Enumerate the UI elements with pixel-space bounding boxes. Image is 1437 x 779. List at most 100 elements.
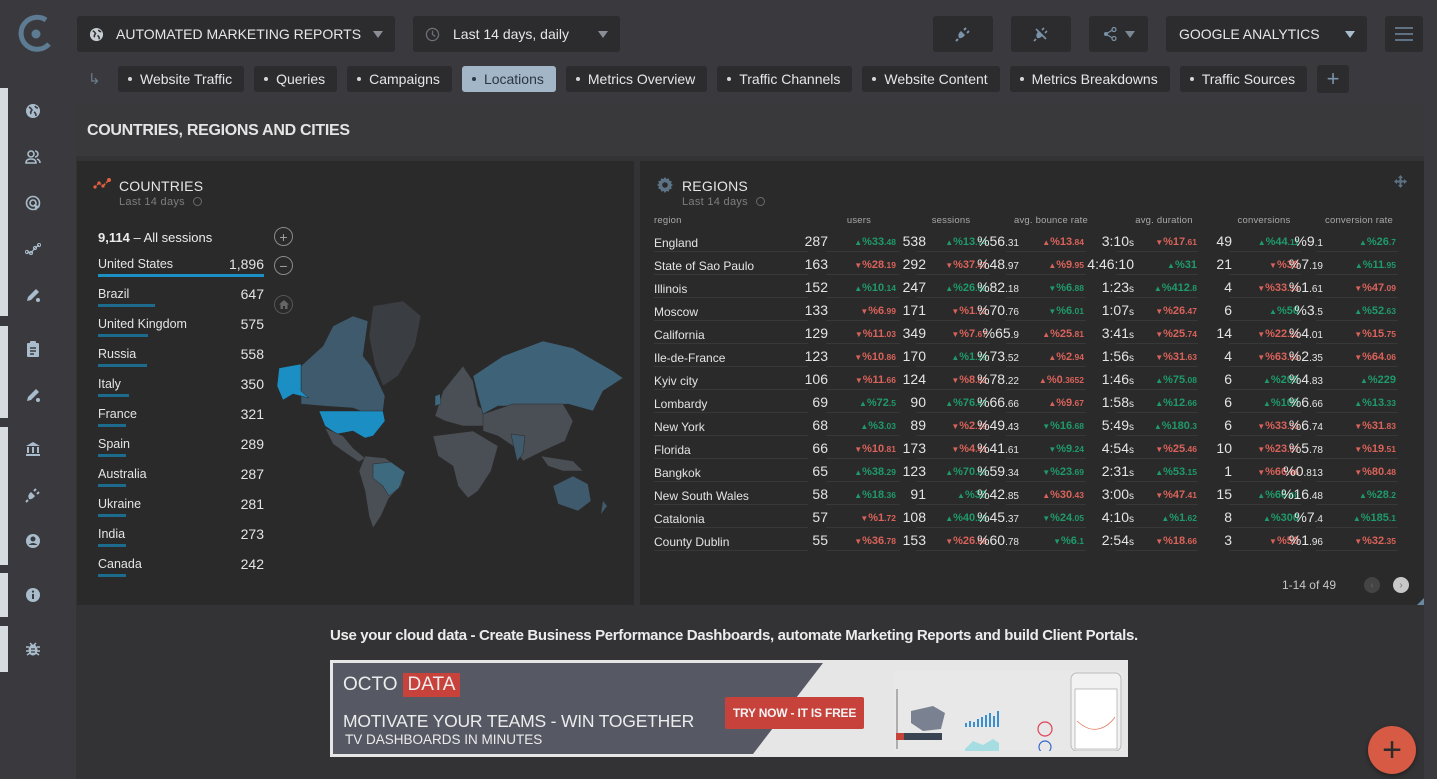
conv-value: 4 xyxy=(1224,348,1232,364)
sidebar-globe-icon[interactable] xyxy=(24,102,42,120)
sessions-value: 247 xyxy=(902,279,926,295)
column-header-conversion-rate[interactable]: conversion rate xyxy=(1299,215,1419,226)
arrow-down-icon: ▼ xyxy=(1354,468,1363,477)
next-page-button[interactable]: › xyxy=(1393,577,1409,593)
bullet-icon xyxy=(1019,77,1024,81)
country-share-bar xyxy=(98,304,155,307)
country-row[interactable]: United States 1,896 xyxy=(98,256,264,286)
users-value: 129 xyxy=(804,325,828,341)
table-row[interactable]: State of Sao Paulo 163 ▼%28.19 292 ▼%37.47 %4… xyxy=(654,253,1414,276)
arrow-down-icon: ▼ xyxy=(1257,422,1266,431)
table-row[interactable]: Lombardy 69 ▲%72.5 90 ▲%76.47 %66.66 ▲%9.67 1:5… xyxy=(654,391,1414,414)
country-row[interactable]: Spain 289 xyxy=(98,436,264,466)
chevron-down-icon xyxy=(1345,31,1355,38)
table-row[interactable]: Illinois 152 ▲%10.14 247 ▲%26.02 %82.18 ▼%6.88… xyxy=(654,276,1414,299)
bounce-change: ▲%30.43 xyxy=(1042,489,1084,501)
bounce-value: %56.31 xyxy=(977,233,1019,249)
tab-traffic-sources[interactable]: Traffic Sources xyxy=(1179,66,1308,92)
country-row[interactable]: India 273 xyxy=(98,526,264,556)
map-zoom-in-button[interactable]: + xyxy=(274,227,293,246)
sidebar-target-icon[interactable] xyxy=(24,194,42,212)
tab-traffic-channels[interactable]: Traffic Channels xyxy=(717,66,853,92)
table-row[interactable]: California 129 ▼%11.03 349 ▼%7.67 %65.9 ▲%25.8… xyxy=(654,322,1414,345)
users-value: 57 xyxy=(812,509,828,525)
countries-subtitle: Last 14 days xyxy=(119,196,202,208)
table-row[interactable]: County Dublin 55 ▼%36.78 153 ▼%26.08 %60.78 ▼%… xyxy=(654,529,1414,552)
resize-handle[interactable] xyxy=(1417,598,1424,605)
sidebar-clipboard-icon[interactable] xyxy=(24,340,42,358)
tab-metrics-breakdowns[interactable]: Metrics Breakdowns xyxy=(1009,66,1170,92)
sidebar-bank-icon[interactable] xyxy=(24,440,42,458)
users-change: ▼%11.03 xyxy=(854,328,896,340)
rate-change: ▼%80.48 xyxy=(1354,466,1396,478)
table-row[interactable]: Florida 66 ▼%10.81 173 ▼%4.41 %41.61 ▼%9.24 4:5… xyxy=(654,437,1414,460)
previous-page-button[interactable]: ‹ xyxy=(1364,577,1380,593)
users-change: ▼%36.78 xyxy=(854,535,896,547)
sidebar-group-marker xyxy=(0,626,8,672)
add-widget-button[interactable]: + xyxy=(1368,726,1416,774)
disconnect-button[interactable] xyxy=(1011,16,1071,52)
promo-banner[interactable]: OCTO DATA MOTIVATE YOUR TEAMS - WIN TOGET… xyxy=(330,660,1128,757)
tab-campaigns[interactable]: Campaigns xyxy=(347,66,452,92)
region-name: New York xyxy=(654,414,808,436)
date-range-selector[interactable]: Last 14 days, daily xyxy=(413,16,620,52)
country-row[interactable]: Ukraine 281 xyxy=(98,496,264,526)
users-change: ▼%11.66 xyxy=(854,374,896,386)
column-header-avg-bounce-rate[interactable]: avg. bounce rate xyxy=(991,215,1111,226)
tab-metrics-overview[interactable]: Metrics Overview xyxy=(565,66,708,92)
country-row[interactable]: United Kingdom 575 xyxy=(98,316,264,346)
tab-locations[interactable]: Locations xyxy=(461,66,556,92)
try-now-button[interactable]: TRY NOW - IT IS FREE xyxy=(725,697,864,729)
share-button[interactable] xyxy=(1089,16,1148,52)
country-sessions: 242 xyxy=(240,556,264,572)
tab-label: Traffic Sources xyxy=(1201,71,1296,87)
bounce-change: ▼%6.1 xyxy=(1053,535,1084,547)
table-row[interactable]: Bangkok 65 ▲%38.29 123 ▲%70.83 %59.34 ▼%23.69 2… xyxy=(654,460,1414,483)
country-row[interactable]: Italy 350 xyxy=(98,376,264,406)
table-row[interactable]: England 287 ▲%33.48 538 ▲%13.74 %56.31 ▲%13.84… xyxy=(654,230,1414,253)
report-selector[interactable]: AUTOMATED MARKETING REPORTS xyxy=(77,16,395,52)
move-icon[interactable] xyxy=(1394,175,1407,188)
sidebar-bug-icon[interactable] xyxy=(24,640,42,658)
sidebar-edit-icon[interactable] xyxy=(24,386,42,404)
table-row[interactable]: Catalonia 57 ▼%1.72 108 ▲%40.25 %45.37 ▼%24.05… xyxy=(654,506,1414,529)
sidebar-info-icon[interactable] xyxy=(24,586,42,604)
arrow-down-icon: ▼ xyxy=(1155,330,1164,339)
table-row[interactable]: Moscow 133 ▼%6.99 171 ▼%1.72 %70.76 ▼%6.01 1:07… xyxy=(654,299,1414,322)
country-row[interactable]: Russia 558 xyxy=(98,346,264,376)
arrow-down-icon: ▼ xyxy=(1155,238,1164,247)
column-header-region[interactable]: region xyxy=(654,215,682,226)
duration-value: 4:54s xyxy=(1101,440,1134,456)
add-tab-button[interactable]: + xyxy=(1317,65,1350,93)
duration-change: ▼%47.41 xyxy=(1155,489,1197,501)
tab-queries[interactable]: Queries xyxy=(254,66,338,92)
sidebar-analytics-icon[interactable] xyxy=(24,240,42,258)
country-row[interactable]: Brazil 647 xyxy=(98,286,264,316)
country-row[interactable]: Canada 242 xyxy=(98,556,264,586)
sidebar-users-icon[interactable] xyxy=(24,148,42,166)
tab-website-content[interactable]: Website Content xyxy=(862,66,1000,92)
table-row[interactable]: Ile-de-France 123 ▼%10.86 170 ▲%1.19 %73.52 ▲%… xyxy=(654,345,1414,368)
rate-value: %5.78 xyxy=(1288,440,1323,456)
clock-icon xyxy=(192,197,202,206)
sidebar-account-icon[interactable] xyxy=(24,532,42,550)
tab-website-traffic[interactable]: Website Traffic xyxy=(118,66,245,92)
world-map[interactable] xyxy=(273,286,633,546)
table-row[interactable]: New York 68 ▲%3.03 89 ▼%2.19 %49.43 ▼%16.68 5:4… xyxy=(654,414,1414,437)
sessions-value: 292 xyxy=(902,256,926,272)
users-change: ▲%3.03 xyxy=(860,420,896,432)
bounce-value: %73.52 xyxy=(977,348,1019,364)
sidebar-edit-icon[interactable] xyxy=(24,286,42,304)
table-row[interactable]: Kyiv city 106 ▼%11.66 124 ▼%8.82 %78.22 ▲%0.36… xyxy=(654,368,1414,391)
menu-button[interactable] xyxy=(1385,16,1423,52)
map-zoom-out-button[interactable]: − xyxy=(274,256,293,275)
country-row[interactable]: Australia 287 xyxy=(98,466,264,496)
table-row[interactable]: New South Wales 58 ▲%18.36 91 ▲%30 %42.85 ▲%30… xyxy=(654,483,1414,506)
datasource-selector[interactable]: GOOGLE ANALYTICS xyxy=(1166,16,1367,52)
connect-button[interactable] xyxy=(933,16,993,52)
arrow-up-icon: ▲ xyxy=(1358,238,1367,247)
region-name: Bangkok xyxy=(654,460,808,482)
country-row[interactable]: France 321 xyxy=(98,406,264,436)
sidebar-plug-icon[interactable] xyxy=(24,486,42,504)
app-logo[interactable] xyxy=(16,14,58,54)
